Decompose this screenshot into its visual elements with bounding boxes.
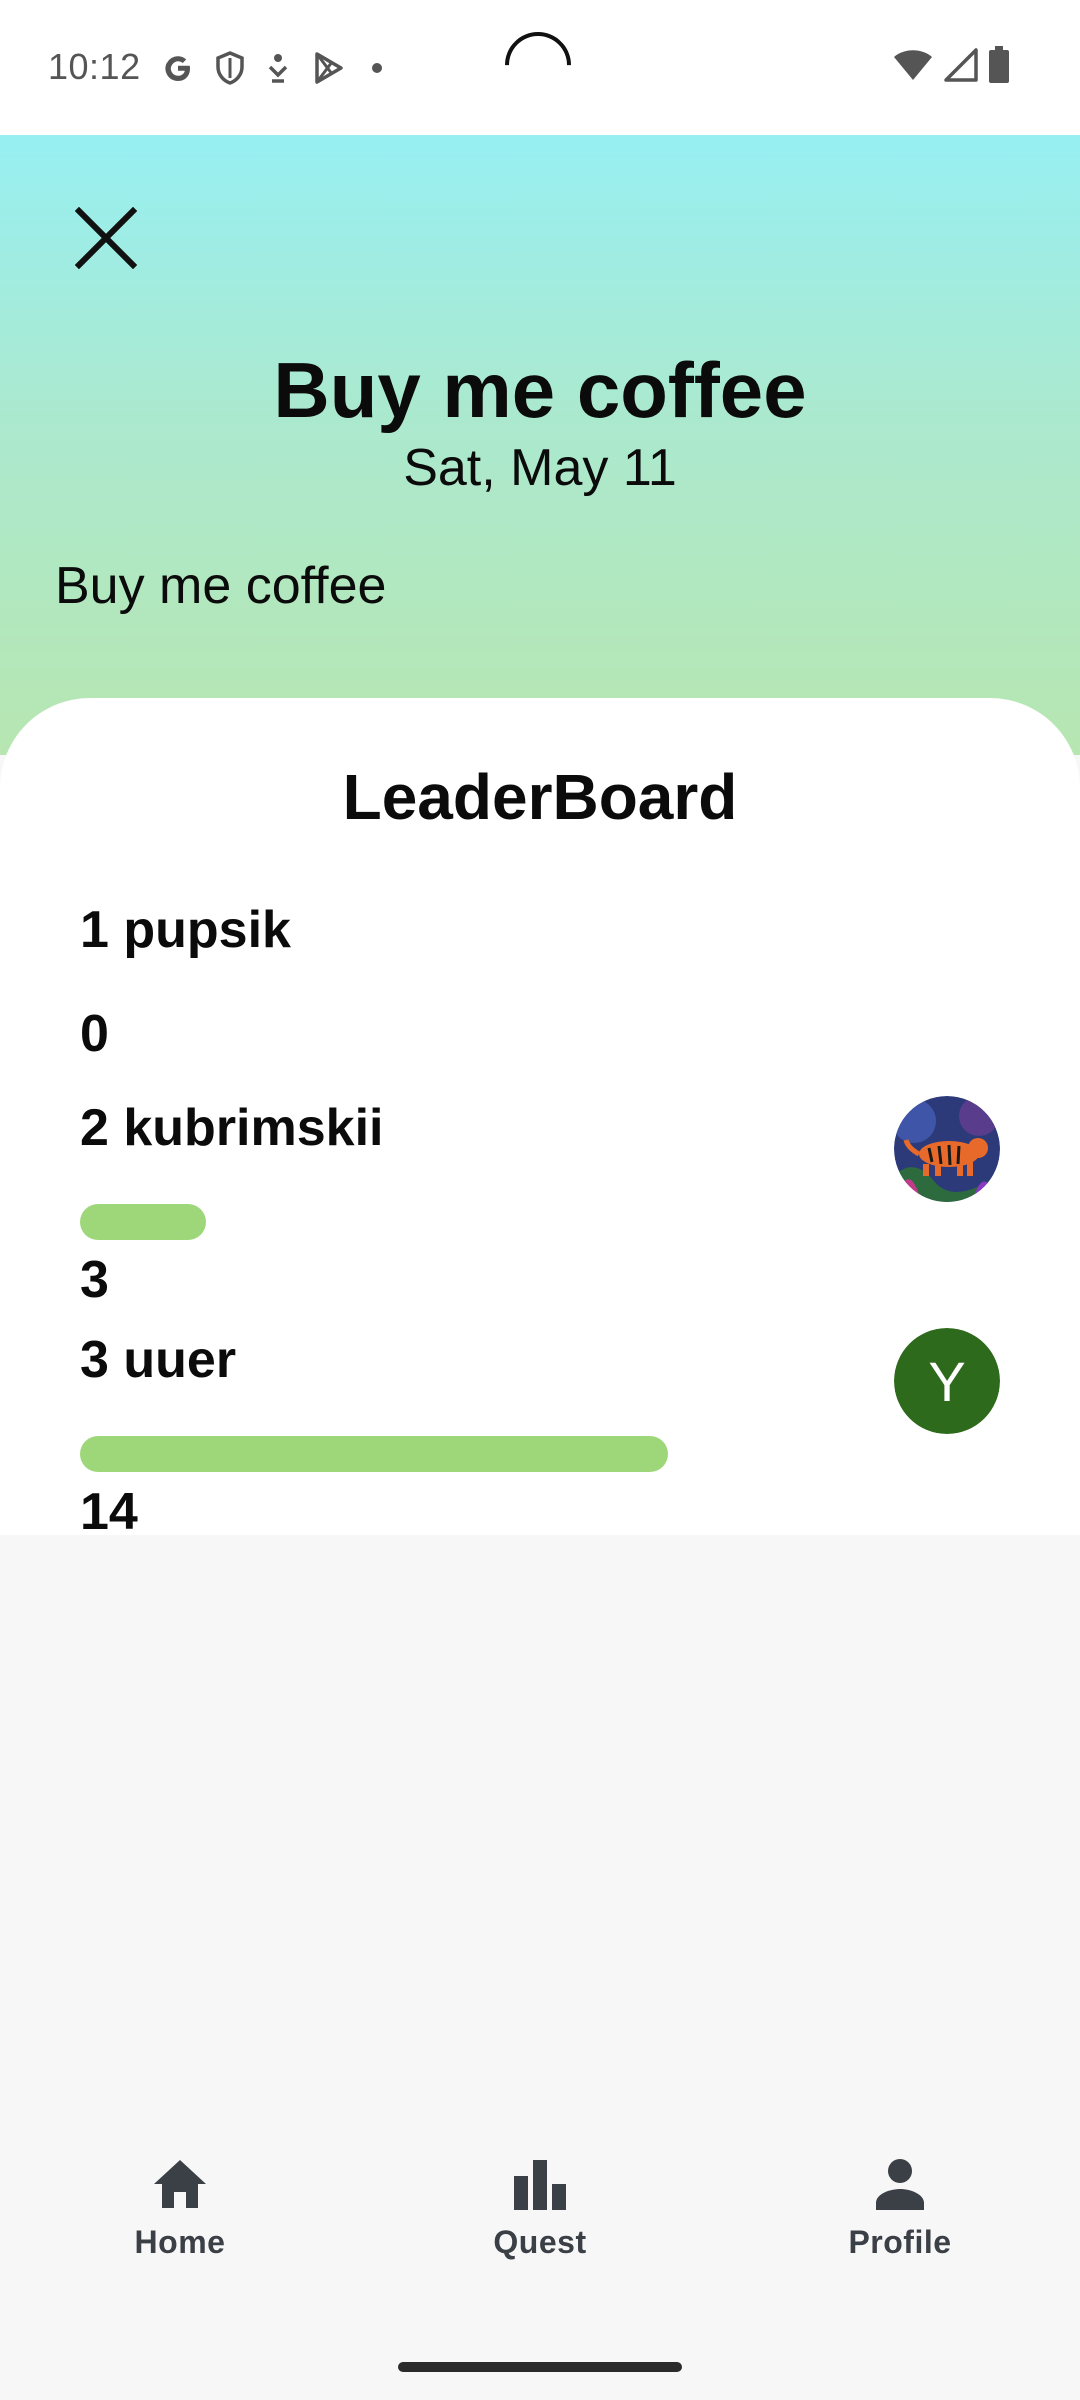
avatar[interactable]: Y bbox=[894, 1328, 1000, 1434]
leaderboard-rank-name: 2 kubrimskii bbox=[80, 1099, 384, 1157]
status-bar: 10:12 bbox=[0, 0, 1080, 135]
leaderboard-score: 14 bbox=[80, 1483, 138, 1541]
home-indicator[interactable] bbox=[398, 2362, 682, 2372]
progress-bar bbox=[80, 1204, 206, 1240]
wifi-icon bbox=[892, 48, 934, 87]
close-button[interactable] bbox=[66, 200, 146, 280]
event-date: Sat, May 11 bbox=[403, 439, 677, 497]
nav-profile-label: Profile bbox=[848, 2224, 952, 2260]
leaderboard-card: LeaderBoard 1 pupsik 0 2 kubrimskii 3 3 … bbox=[0, 698, 1080, 1541]
status-time: 10:12 bbox=[48, 46, 141, 87]
event-description: Buy me coffee bbox=[55, 557, 387, 615]
leaderboard-score: 3 bbox=[80, 1251, 109, 1309]
progress-bar bbox=[80, 1436, 668, 1472]
nav-quest-label: Quest bbox=[493, 2224, 587, 2260]
download-status-icon bbox=[264, 51, 292, 85]
tiger-image bbox=[894, 1096, 1000, 1202]
event-title: Buy me coffee bbox=[273, 346, 807, 434]
signal-icon bbox=[944, 48, 978, 87]
bottom-navigation: Home Quest Profile bbox=[0, 2140, 1080, 2290]
screen: 10:12 Buy me coffee Sat, May 11 Buy me c… bbox=[0, 0, 1080, 2400]
leaderboard-score: 0 bbox=[80, 1005, 109, 1063]
play-store-icon bbox=[310, 50, 346, 86]
nav-quest[interactable]: Quest bbox=[360, 2140, 720, 2290]
battery-icon bbox=[988, 46, 1010, 89]
nav-home[interactable]: Home bbox=[0, 2140, 360, 2290]
status-icons-right bbox=[892, 46, 1010, 89]
shield-icon bbox=[214, 50, 246, 86]
leaderboard-title: LeaderBoard bbox=[342, 761, 738, 833]
avatar-letter: Y bbox=[894, 1328, 1000, 1434]
home-icon bbox=[152, 2140, 208, 2210]
bar-chart-icon bbox=[512, 2140, 568, 2210]
status-icons-left bbox=[160, 48, 382, 88]
nav-home-label: Home bbox=[134, 2224, 226, 2260]
avatar[interactable] bbox=[894, 1096, 1000, 1202]
leaderboard-rank-name: 1 pupsik bbox=[80, 901, 291, 959]
nav-profile[interactable]: Profile bbox=[720, 2140, 1080, 2290]
dot-icon bbox=[372, 63, 382, 73]
person-icon bbox=[874, 2140, 926, 2210]
google-icon bbox=[160, 50, 196, 86]
leaderboard-rank-name: 3 uuer bbox=[80, 1331, 237, 1389]
camera-cutout bbox=[491, 18, 585, 112]
close-icon bbox=[74, 206, 138, 274]
